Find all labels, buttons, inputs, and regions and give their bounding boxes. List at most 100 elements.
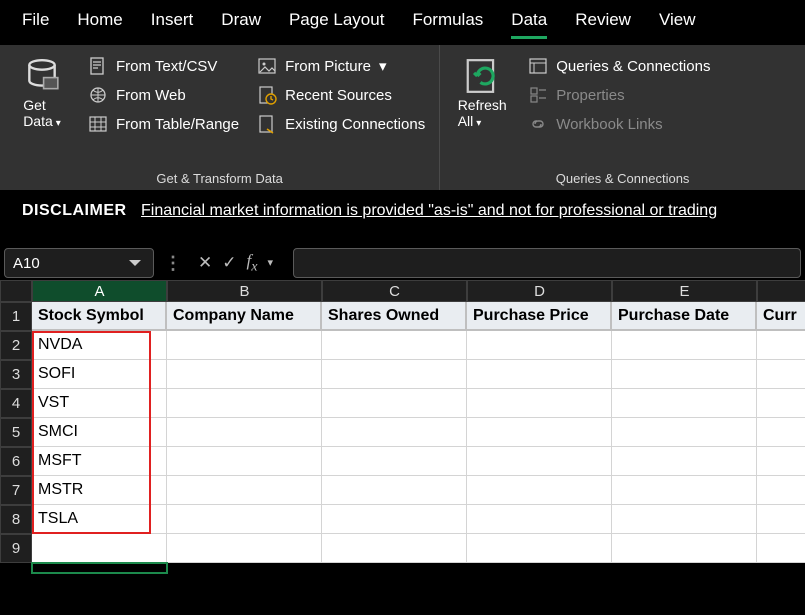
cell[interactable] — [467, 360, 612, 389]
cell[interactable] — [322, 360, 467, 389]
cell[interactable]: MSTR — [32, 476, 167, 505]
cell[interactable]: SMCI — [32, 418, 167, 447]
cell[interactable] — [757, 331, 805, 360]
column-header[interactable]: E — [612, 280, 757, 302]
column-header[interactable] — [757, 280, 805, 302]
cell[interactable] — [757, 447, 805, 476]
tab-insert[interactable]: Insert — [151, 10, 194, 39]
cell[interactable] — [757, 360, 805, 389]
row-header[interactable]: 4 — [0, 389, 32, 418]
cell[interactable] — [467, 389, 612, 418]
recent-sources-button[interactable]: Recent Sources — [257, 82, 425, 108]
table-column-header[interactable]: Purchase Price — [467, 302, 612, 331]
row-header[interactable]: 6 — [0, 447, 32, 476]
cell[interactable]: TSLA — [32, 505, 167, 534]
cell[interactable] — [757, 534, 805, 563]
workbook-links-button[interactable]: Workbook Links — [528, 111, 710, 137]
cell[interactable] — [167, 389, 322, 418]
tab-formulas[interactable]: Formulas — [412, 10, 483, 39]
cell[interactable] — [467, 418, 612, 447]
cell[interactable] — [467, 447, 612, 476]
cell[interactable] — [322, 418, 467, 447]
row-header[interactable]: 3 — [0, 360, 32, 389]
cell[interactable]: SOFI — [32, 360, 167, 389]
enter-formula-button[interactable]: ✓ — [222, 253, 236, 273]
cell[interactable] — [612, 360, 757, 389]
disclaimer-text[interactable]: Financial market information is provided… — [141, 202, 717, 219]
cell[interactable] — [467, 476, 612, 505]
cell[interactable] — [322, 331, 467, 360]
column-header[interactable]: C — [322, 280, 467, 302]
column-header[interactable]: D — [467, 280, 612, 302]
from-text-csv-button[interactable]: From Text/CSV — [88, 53, 239, 79]
cell[interactable] — [322, 505, 467, 534]
cell[interactable] — [322, 534, 467, 563]
column-header[interactable]: B — [167, 280, 322, 302]
tab-draw[interactable]: Draw — [221, 10, 261, 39]
existing-connections-button[interactable]: Existing Connections — [257, 111, 425, 137]
refresh-all-button[interactable]: RefreshAll▾ — [454, 53, 510, 133]
tab-page-layout[interactable]: Page Layout — [289, 10, 384, 39]
cell[interactable] — [467, 331, 612, 360]
cell[interactable] — [612, 505, 757, 534]
queries-connections-button[interactable]: Queries & Connections — [528, 53, 710, 79]
cell[interactable] — [612, 389, 757, 418]
cell[interactable] — [167, 360, 322, 389]
cell[interactable]: VST — [32, 389, 167, 418]
from-web-button[interactable]: From Web — [88, 82, 239, 108]
cell[interactable] — [467, 505, 612, 534]
table-column-header[interactable]: Purchase Date — [612, 302, 757, 331]
cell[interactable] — [167, 418, 322, 447]
cell[interactable] — [612, 418, 757, 447]
name-box-dropdown[interactable] — [125, 253, 145, 273]
cell[interactable] — [322, 476, 467, 505]
table-column-header[interactable]: Shares Owned — [322, 302, 467, 331]
row-header[interactable]: 7 — [0, 476, 32, 505]
cell[interactable] — [612, 331, 757, 360]
cell[interactable]: NVDA — [32, 331, 167, 360]
properties-button[interactable]: Properties — [528, 82, 710, 108]
cell[interactable] — [167, 476, 322, 505]
row-header[interactable]: 5 — [0, 418, 32, 447]
table-column-header[interactable]: Stock Symbol — [32, 302, 167, 331]
fx-button[interactable]: fx — [247, 251, 258, 275]
cell[interactable] — [167, 505, 322, 534]
cell[interactable] — [612, 534, 757, 563]
row-header[interactable]: 9 — [0, 534, 32, 563]
cell[interactable] — [167, 447, 322, 476]
tab-review[interactable]: Review — [575, 10, 631, 39]
spreadsheet[interactable]: ABCDE 1Stock SymbolCompany NameShares Own… — [0, 280, 805, 563]
get-data-button[interactable]: GetData▾ — [14, 53, 70, 133]
row-header[interactable]: 1 — [0, 302, 32, 331]
cell[interactable]: MSFT — [32, 447, 167, 476]
row-header[interactable]: 8 — [0, 505, 32, 534]
from-table-range-button[interactable]: From Table/Range — [88, 111, 239, 137]
cell[interactable] — [32, 534, 167, 563]
cell[interactable] — [757, 389, 805, 418]
cell[interactable] — [612, 476, 757, 505]
cell[interactable] — [757, 418, 805, 447]
cell[interactable] — [612, 447, 757, 476]
cell[interactable] — [167, 331, 322, 360]
select-all-corner[interactable] — [0, 280, 32, 302]
cell[interactable] — [167, 534, 322, 563]
formula-dropdown[interactable]: ▾ — [268, 256, 274, 269]
formula-input[interactable] — [293, 248, 801, 278]
tab-view[interactable]: View — [659, 10, 696, 39]
name-box-input[interactable] — [13, 255, 103, 272]
cell[interactable] — [757, 476, 805, 505]
cell[interactable] — [322, 389, 467, 418]
column-header[interactable]: A — [32, 280, 167, 302]
table-column-header[interactable]: Company Name — [167, 302, 322, 331]
cell[interactable] — [757, 505, 805, 534]
cell[interactable] — [322, 447, 467, 476]
tab-home[interactable]: Home — [77, 10, 122, 39]
cancel-formula-button[interactable]: ✕ — [198, 253, 212, 273]
table-column-header[interactable]: Curr — [757, 302, 805, 331]
tab-file[interactable]: File — [22, 10, 49, 39]
from-picture-button[interactable]: From Picture ▾ — [257, 53, 425, 79]
name-box[interactable] — [4, 248, 154, 278]
tab-data[interactable]: Data — [511, 10, 547, 39]
row-header[interactable]: 2 — [0, 331, 32, 360]
cell[interactable] — [467, 534, 612, 563]
